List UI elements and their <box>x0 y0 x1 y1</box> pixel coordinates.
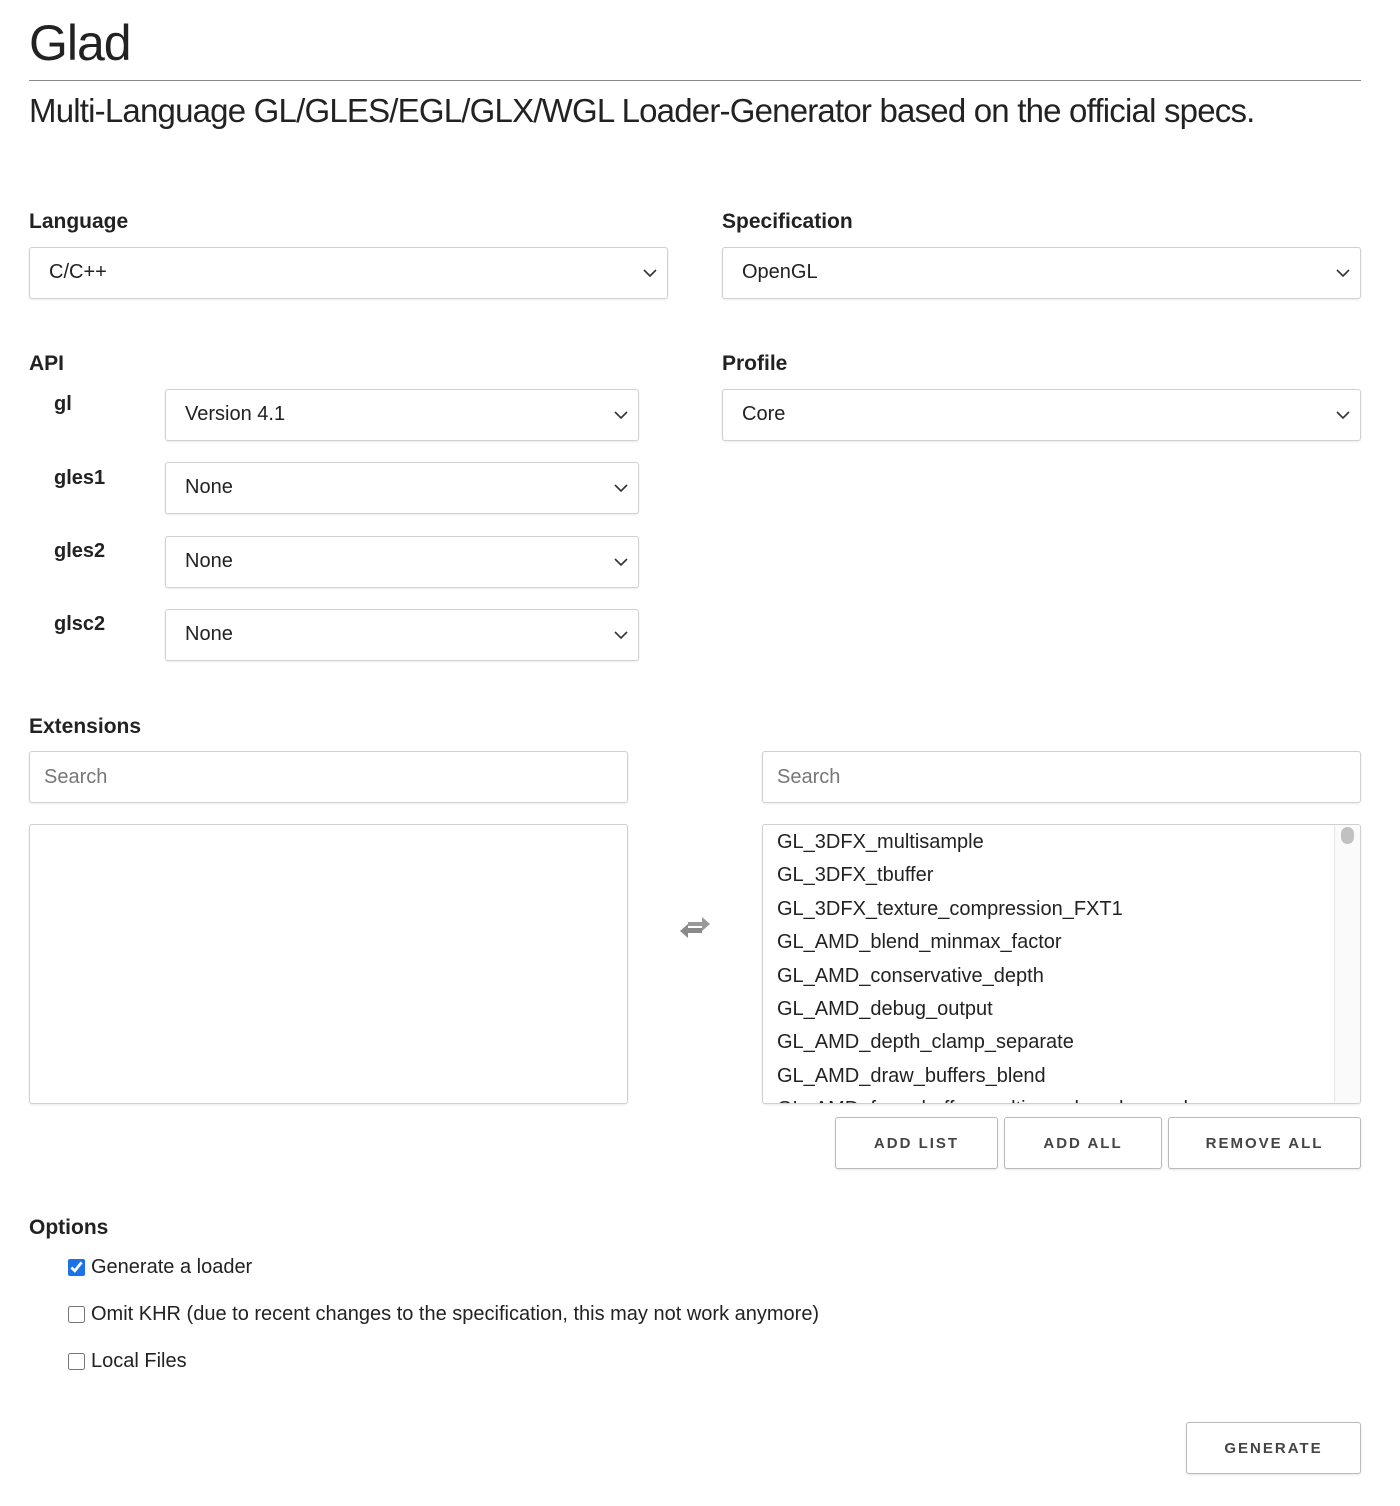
language-select[interactable]: C/C++ <box>29 247 668 299</box>
extension-list-item[interactable]: GL_AMD_draw_buffers_blend <box>763 1060 1360 1093</box>
chevron-down-icon <box>614 484 628 493</box>
page-title: Glad <box>29 15 132 71</box>
profile-label: Profile <box>722 352 788 375</box>
selected-extensions-list[interactable] <box>29 824 628 1104</box>
scrollbar[interactable] <box>1334 825 1360 1103</box>
extension-list-item[interactable]: GL_AMD_conservative_depth <box>763 960 1360 993</box>
extension-list-item[interactable]: GL_AMD_depth_clamp_separate <box>763 1026 1360 1059</box>
local-files-checkbox[interactable] <box>68 1353 85 1370</box>
api-gles1-value: None <box>185 476 233 498</box>
option-omit-khr[interactable]: Omit KHR (due to recent changes to the s… <box>68 1303 819 1326</box>
api-gl-value: Version 4.1 <box>185 403 286 425</box>
language-label: Language <box>29 210 129 233</box>
chevron-down-icon <box>1336 269 1350 278</box>
exchange-arrows-icon[interactable] <box>678 914 712 940</box>
extensions-label: Extensions <box>29 715 142 738</box>
divider <box>29 80 1361 81</box>
scrollbar-thumb[interactable] <box>1341 827 1354 844</box>
extension-list-item[interactable]: GL_3DFX_texture_compression_FXT1 <box>763 893 1360 926</box>
api-glsc2-select[interactable]: None <box>165 609 639 661</box>
generate-loader-checkbox[interactable] <box>68 1259 85 1276</box>
profile-select[interactable]: Core <box>722 389 1361 441</box>
api-gl-label: gl <box>54 393 72 415</box>
generate-button[interactable]: GENERATE <box>1186 1422 1361 1474</box>
extension-list-item[interactable]: GL_3DFX_tbuffer <box>763 859 1360 892</box>
option-label: Omit KHR (due to recent changes to the s… <box>91 1303 820 1325</box>
api-gles1-label: gles1 <box>54 467 106 489</box>
api-glsc2-value: None <box>185 623 233 645</box>
omit-khr-checkbox[interactable] <box>68 1306 85 1323</box>
extension-list-item[interactable]: GL_AMD_blend_minmax_factor <box>763 926 1360 959</box>
api-gles2-label: gles2 <box>54 540 106 562</box>
chevron-down-icon <box>614 411 628 420</box>
profile-value: Core <box>742 403 786 425</box>
chevron-down-icon <box>1336 411 1350 420</box>
extension-list-item[interactable]: GL_AMD_debug_output <box>763 993 1360 1026</box>
option-label: Local Files <box>91 1350 187 1372</box>
option-label: Generate a loader <box>91 1256 253 1278</box>
chevron-down-icon <box>614 631 628 640</box>
add-all-button[interactable]: ADD ALL <box>1004 1117 1162 1169</box>
specification-select[interactable]: OpenGL <box>722 247 1361 299</box>
api-gles1-select[interactable]: None <box>165 462 639 514</box>
specification-value: OpenGL <box>742 261 818 283</box>
page-subtitle: Multi-Language GL/GLES/EGL/GLX/WGL Loade… <box>29 92 1255 129</box>
available-extensions-list[interactable]: GL_3DFX_multisample GL_3DFX_tbuffer GL_3DF… <box>762 824 1361 1104</box>
chevron-down-icon <box>643 269 657 278</box>
add-list-button[interactable]: ADD LIST <box>835 1117 998 1169</box>
specification-label: Specification <box>722 210 853 233</box>
extension-list-item[interactable]: GL_3DFX_multisample <box>763 826 1360 859</box>
option-local-files[interactable]: Local Files <box>68 1350 187 1373</box>
api-glsc2-label: glsc2 <box>54 613 106 635</box>
chevron-down-icon <box>614 558 628 567</box>
option-generate-loader[interactable]: Generate a loader <box>68 1256 252 1279</box>
selected-extensions-search-input[interactable] <box>29 751 628 803</box>
options-label: Options <box>29 1216 109 1239</box>
remove-all-button[interactable]: REMOVE ALL <box>1168 1117 1361 1169</box>
api-gl-select[interactable]: Version 4.1 <box>165 389 639 441</box>
extension-list-item[interactable]: GL_AMD_framebuffer_multisample_advanced <box>763 1093 1360 1103</box>
api-gles2-value: None <box>185 550 233 572</box>
available-extensions-search-input[interactable] <box>762 751 1361 803</box>
api-label: API <box>29 352 65 375</box>
api-gles2-select[interactable]: None <box>165 536 639 588</box>
language-value: C/C++ <box>49 261 107 283</box>
